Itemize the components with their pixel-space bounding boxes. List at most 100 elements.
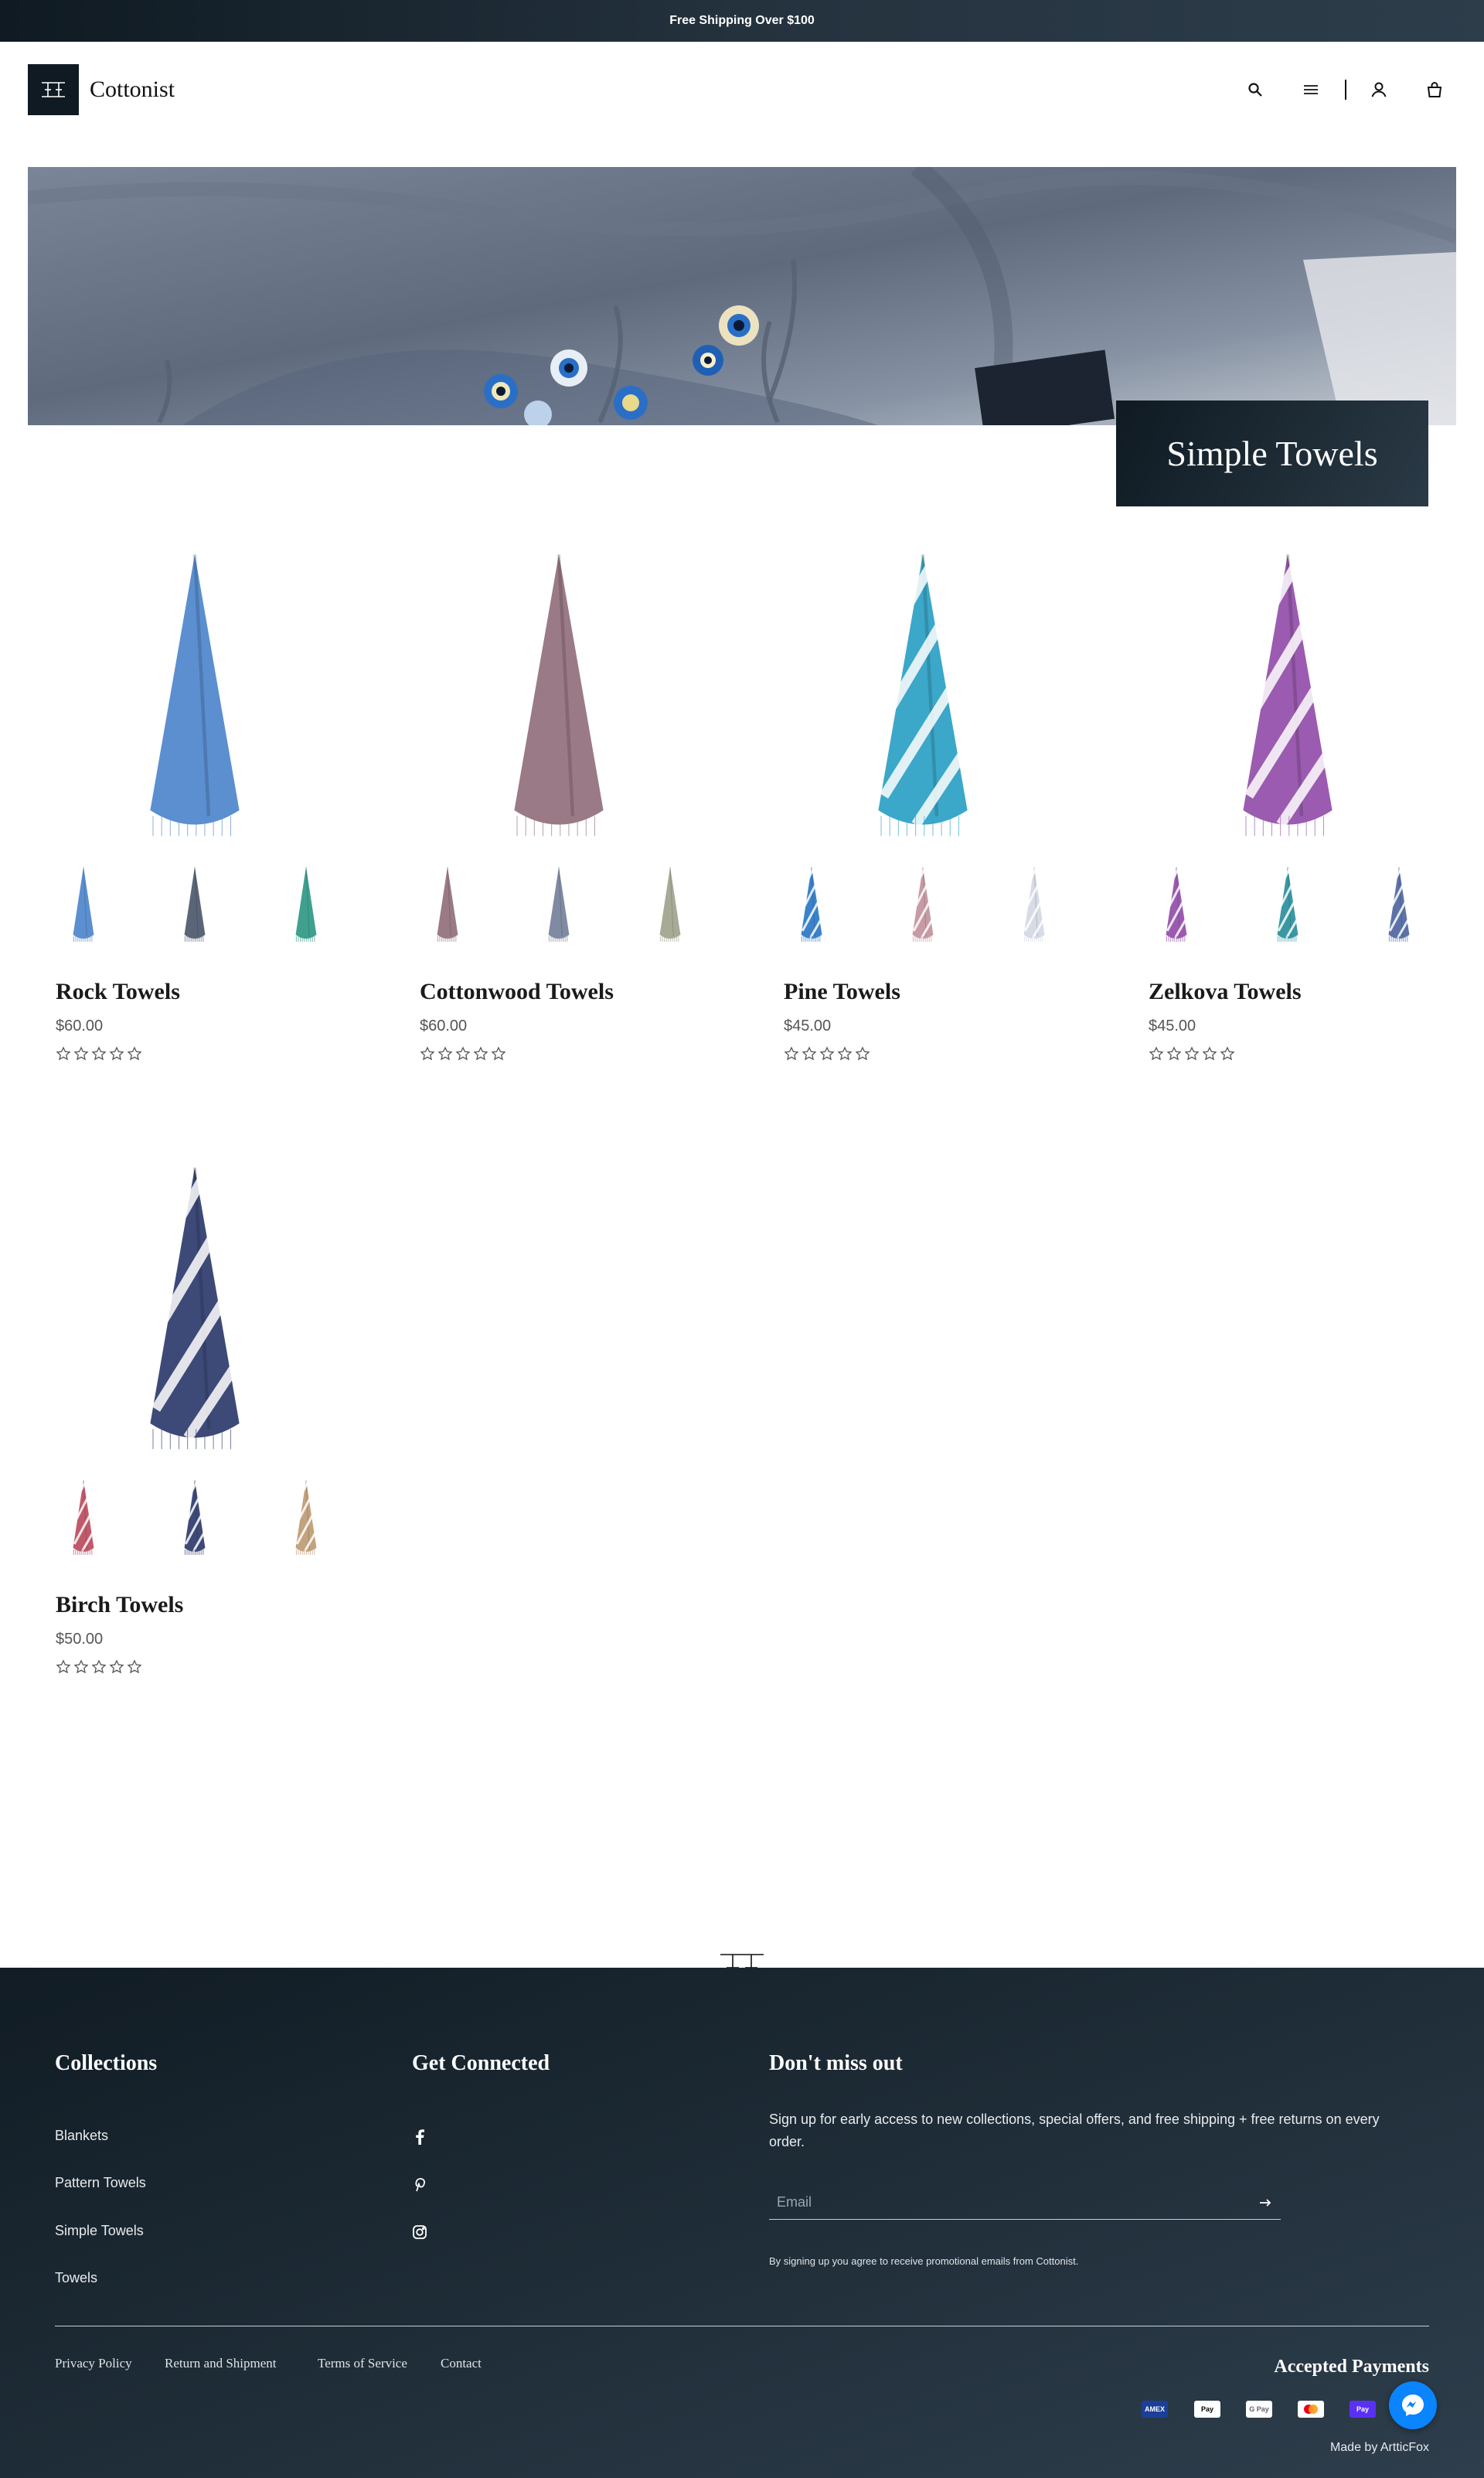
color-swatch[interactable] bbox=[56, 1478, 111, 1556]
facebook-icon[interactable] bbox=[410, 2128, 429, 2146]
logo-link[interactable]: Cottonist bbox=[28, 64, 175, 115]
product-name[interactable]: Birch Towels bbox=[28, 1592, 362, 1618]
product-image[interactable] bbox=[28, 1154, 362, 1464]
color-swatch[interactable] bbox=[1261, 865, 1315, 942]
star-outline-icon bbox=[73, 1046, 89, 1065]
color-swatch[interactable] bbox=[1007, 865, 1061, 942]
product-name[interactable]: Cottonwood Towels bbox=[392, 979, 726, 1005]
color-swatch[interactable] bbox=[420, 865, 475, 942]
announcement-bar: Free Shipping Over $100 bbox=[0, 0, 1484, 42]
newsletter-heading: Don't miss out bbox=[769, 2051, 903, 2075]
color-swatch[interactable] bbox=[56, 865, 111, 942]
star-outline-icon bbox=[127, 1659, 142, 1679]
newsletter-text: Sign up for early access to new collecti… bbox=[769, 2112, 1380, 2149]
email-input[interactable] bbox=[777, 2194, 1210, 2210]
color-swatches bbox=[392, 861, 726, 946]
star-outline-icon bbox=[1166, 1046, 1182, 1065]
header-divider bbox=[1345, 80, 1346, 100]
rating-stars bbox=[28, 1046, 362, 1065]
star-outline-icon bbox=[473, 1046, 488, 1065]
google-pay-icon: G Pay bbox=[1246, 2401, 1272, 2418]
get-connected-heading: Get Connected bbox=[412, 2051, 550, 2075]
color-swatches bbox=[756, 861, 1090, 946]
footer-link-simple-towels[interactable]: Simple Towels bbox=[55, 2223, 144, 2239]
user-icon[interactable] bbox=[1368, 79, 1390, 101]
product-price: $45.00 bbox=[1149, 1017, 1196, 1034]
star-outline-icon bbox=[855, 1046, 870, 1065]
color-swatch[interactable] bbox=[532, 865, 586, 942]
color-swatches bbox=[28, 861, 362, 946]
star-outline-icon bbox=[91, 1659, 107, 1679]
rating-stars bbox=[756, 1046, 1090, 1065]
star-outline-icon bbox=[1220, 1046, 1235, 1065]
search-icon[interactable] bbox=[1244, 79, 1266, 101]
instagram-icon[interactable] bbox=[410, 2223, 429, 2241]
star-outline-icon bbox=[127, 1046, 142, 1065]
pinterest-icon[interactable] bbox=[410, 2175, 429, 2193]
star-outline-icon bbox=[491, 1046, 506, 1065]
newsletter-form bbox=[769, 2186, 1281, 2220]
star-outline-icon bbox=[437, 1046, 453, 1065]
star-outline-icon bbox=[91, 1046, 107, 1065]
product-price: $60.00 bbox=[56, 1017, 104, 1034]
privacy-policy-link[interactable]: Privacy Policy bbox=[55, 2356, 132, 2371]
brand-name: Cottonist bbox=[90, 77, 175, 102]
made-by-credit: Made by ArtticFox bbox=[1329, 2441, 1429, 2454]
star-outline-icon bbox=[56, 1659, 71, 1679]
collections-heading: Collections bbox=[55, 2051, 158, 2075]
product-name[interactable]: Pine Towels bbox=[756, 979, 1090, 1005]
star-outline-icon bbox=[109, 1659, 124, 1679]
product-card[interactable]: Zelkova Towels $45.00 bbox=[1121, 541, 1455, 1065]
color-swatches bbox=[28, 1474, 362, 1559]
color-swatch[interactable] bbox=[279, 865, 333, 942]
product-card[interactable]: Birch Towels $50.00 bbox=[28, 1154, 362, 1679]
terms-of-service-link[interactable]: Terms of Service bbox=[318, 2356, 407, 2371]
star-outline-icon bbox=[784, 1046, 799, 1065]
star-outline-icon bbox=[1202, 1046, 1217, 1065]
messenger-chat-button[interactable] bbox=[1389, 2381, 1437, 2429]
bag-icon[interactable] bbox=[1424, 79, 1445, 101]
star-outline-icon bbox=[455, 1046, 471, 1065]
color-swatch[interactable] bbox=[896, 865, 950, 942]
product-name[interactable]: Zelkova Towels bbox=[1121, 979, 1455, 1005]
announcement-text: Free Shipping Over $100 bbox=[669, 14, 815, 27]
star-outline-icon bbox=[1184, 1046, 1200, 1065]
product-image[interactable] bbox=[392, 541, 726, 850]
collection-hero: Simple Towels bbox=[28, 167, 1456, 506]
footer-link-pattern-towels[interactable]: Pattern Towels bbox=[55, 2175, 146, 2191]
product-image[interactable] bbox=[28, 541, 362, 850]
mastercard-icon bbox=[1298, 2401, 1324, 2418]
product-image[interactable] bbox=[1121, 541, 1455, 850]
product-name[interactable]: Rock Towels bbox=[28, 979, 362, 1005]
star-outline-icon bbox=[802, 1046, 817, 1065]
star-outline-icon bbox=[819, 1046, 835, 1065]
color-swatch[interactable] bbox=[279, 1478, 333, 1556]
star-outline-icon bbox=[109, 1046, 124, 1065]
color-swatch[interactable] bbox=[643, 865, 697, 942]
product-price: $60.00 bbox=[420, 1017, 468, 1034]
color-swatch[interactable] bbox=[1372, 865, 1426, 942]
star-outline-icon bbox=[1149, 1046, 1164, 1065]
return-shipment-link[interactable]: Return and Shipment bbox=[165, 2356, 276, 2371]
rating-stars bbox=[1121, 1046, 1455, 1065]
product-card[interactable]: Cottonwood Towels $60.00 bbox=[392, 541, 726, 1065]
star-outline-icon bbox=[420, 1046, 435, 1065]
color-swatch[interactable] bbox=[168, 1478, 222, 1556]
color-swatch[interactable] bbox=[1149, 865, 1203, 942]
rating-stars bbox=[392, 1046, 726, 1065]
newsletter-disclaimer: By signing up you agree to receive promo… bbox=[769, 2255, 1079, 2267]
product-image[interactable] bbox=[756, 541, 1090, 850]
star-outline-icon bbox=[56, 1046, 71, 1065]
color-swatch[interactable] bbox=[168, 865, 222, 942]
footer-link-towels[interactable]: Towels bbox=[55, 2270, 97, 2286]
product-card[interactable]: Rock Towels $60.00 bbox=[28, 541, 362, 1065]
color-swatch[interactable] bbox=[785, 865, 839, 942]
footer-link-blankets[interactable]: Blankets bbox=[55, 2128, 108, 2144]
site-footer: Collections Blankets Pattern Towels Simp… bbox=[0, 1968, 1484, 2478]
american-express-icon: AMEX bbox=[1142, 2401, 1168, 2418]
arrow-right-icon[interactable] bbox=[1259, 2198, 1273, 2207]
menu-icon[interactable] bbox=[1300, 79, 1322, 101]
product-card[interactable]: Pine Towels $45.00 bbox=[756, 541, 1090, 1065]
contact-link[interactable]: Contact bbox=[441, 2356, 482, 2371]
logo-mark-icon bbox=[28, 64, 79, 115]
